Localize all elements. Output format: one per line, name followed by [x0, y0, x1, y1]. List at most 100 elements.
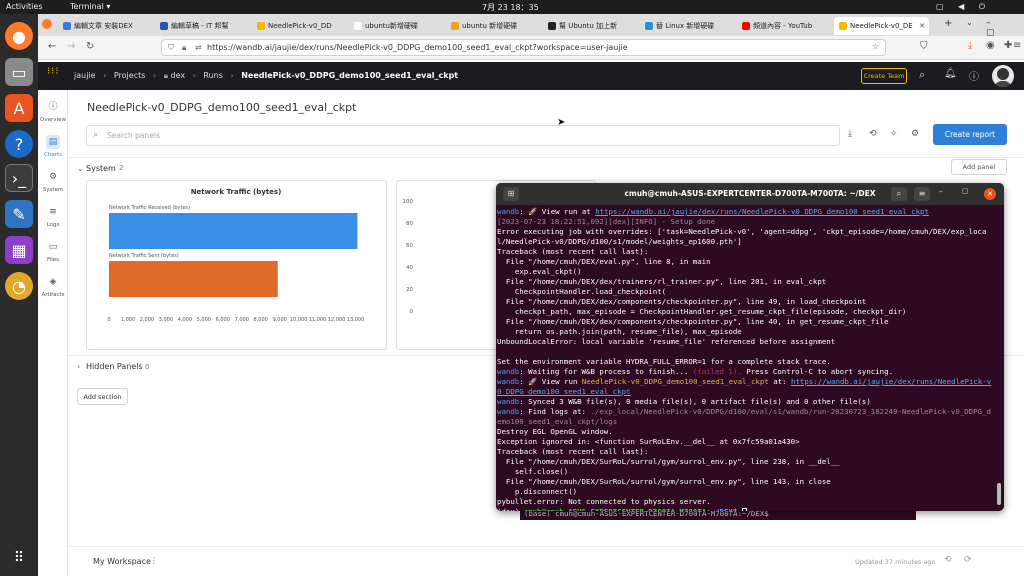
minimize-icon[interactable]: – [939, 187, 943, 196]
more-options-icon[interactable]: ⋮ [150, 556, 158, 565]
search-icon[interactable]: ⌕ [919, 68, 925, 82]
browser-tab[interactable]: 幫 Ubuntu 加上新 [543, 17, 638, 35]
terminal-line: File "/home/cmuh/DEX/dex/components/chec… [497, 297, 867, 306]
terminal-line: [2023-07-23 18:22:51,092][dex][INFO] - S… [497, 217, 716, 226]
video-icon[interactable]: ▦ [5, 236, 33, 264]
tab-favicon-icon [451, 22, 459, 30]
close-icon[interactable]: ✕ [984, 188, 996, 200]
browser-tab[interactable]: ubuntu 新增硬碟 [446, 17, 541, 35]
bar-label: Network Traffic Received (bytes) [109, 205, 190, 211]
browser-tab[interactable]: NeedlePick-v0_DE ✕ [834, 17, 929, 35]
tab-favicon-icon [160, 22, 168, 30]
chevron-right-icon[interactable]: › [77, 362, 80, 371]
hamburger-menu-icon[interactable]: ≡ [914, 187, 930, 201]
hidden-panels-title[interactable]: Hidden Panels [86, 362, 143, 371]
breadcrumb-user[interactable]: jaujie [74, 71, 96, 80]
breadcrumb-runs[interactable]: Runs [203, 71, 223, 80]
sidebar-item-overview[interactable]: ⓘ Overview [38, 100, 68, 123]
x-tick-label: 7,000 [235, 317, 249, 323]
sidebar-item-artifacts[interactable]: ◈ Artifacts [38, 275, 68, 298]
url-bar[interactable]: ⛉ 🔒︎ ⇌ https://wandb.ai/jaujie/dex/runs/… [161, 39, 886, 56]
avatar[interactable] [992, 65, 1014, 87]
terminal-line: File "/home/cmuh/DEX/SurRoL/surrol/gym/s… [497, 457, 840, 466]
software-icon[interactable]: A [5, 94, 33, 122]
x-tick-label: 1,000 [121, 317, 135, 323]
extensions-icon[interactable]: ✚ [1004, 40, 1012, 51]
browser-tab[interactable]: ubuntu新增硬碟 [349, 17, 444, 35]
chart-panel-network-traffic[interactable]: Network Traffic (bytes) Network Traffic R… [86, 180, 387, 350]
maximize-icon[interactable]: ▢ [962, 187, 969, 195]
add-section-button[interactable]: Add section [77, 388, 128, 405]
x-tick-label: 5,000 [197, 317, 211, 323]
terminal-icon[interactable]: ›_ [5, 164, 33, 192]
browser-tab[interactable]: 頻道內容 - YouTub [737, 17, 832, 35]
settings-gear-icon[interactable]: ⚙ [911, 129, 919, 139]
files-icon[interactable]: ▭ [5, 58, 33, 86]
clock[interactable]: 7月 23 18：35 [482, 2, 539, 13]
breadcrumb-projects[interactable]: Projects [114, 71, 146, 80]
disk-icon[interactable]: ◔ [5, 272, 33, 300]
text-editor-icon[interactable]: ✎ [5, 200, 33, 228]
tab-favicon-icon [354, 22, 362, 30]
sidebar-item-files[interactable]: ▭ Files [38, 240, 68, 263]
bar [109, 213, 358, 249]
add-panel-button[interactable]: Add panel [951, 159, 1007, 175]
create-report-button[interactable]: Create report [933, 124, 1007, 145]
create-team-button[interactable]: Create Team [861, 68, 907, 84]
section-system-title[interactable]: System [86, 164, 116, 173]
help-icon[interactable]: ⓘ [969, 68, 979, 83]
close-tab-icon[interactable]: ✕ [919, 22, 925, 30]
list-tabs-icon[interactable]: ⌄ [966, 18, 973, 27]
breadcrumb-project[interactable]: dex [171, 71, 186, 80]
browser-tab[interactable]: NeedlePick-v0_DD [252, 17, 347, 35]
terminal-line: wandb: Synced 3 W&B file(s), 0 media fil… [497, 397, 871, 406]
search-panels-input[interactable]: ⌕ Search panels [86, 125, 840, 146]
reload-icon[interactable]: ↻ [86, 41, 94, 52]
tab-label: ubuntu 新增硬碟 [462, 22, 518, 30]
sidebar-item-charts[interactable]: ▤ Charts [38, 135, 68, 158]
browser-tab[interactable]: 編輯文章 安裝DEX [58, 17, 153, 35]
account-icon[interactable]: ◉ [986, 40, 995, 51]
breadcrumb-run[interactable]: NeedlePick-v0_DDPG_demo100_seed1_eval_ck… [241, 71, 458, 80]
terminal-titlebar[interactable]: ⊞ cmuh@cmuh-ASUS-EXPERTCENTER-D700TA-M70… [496, 183, 1004, 205]
bookmark-star-icon[interactable]: ☆ [872, 42, 879, 51]
notifications-bell-icon[interactable]: 🔔︎ [944, 68, 957, 79]
firefox-icon[interactable]: ● [5, 22, 33, 50]
sidebar-item-logs[interactable]: ≡ Logs [38, 205, 68, 228]
wand-icon[interactable]: ✧ [890, 129, 898, 139]
downloads-icon[interactable]: ⤓ [968, 40, 972, 51]
undo-icon[interactable]: ⟲ [869, 129, 877, 139]
terminal-window[interactable]: ⊞ cmuh@cmuh-ASUS-EXPERTCENTER-D700TA-M70… [496, 183, 1004, 511]
mouse-cursor-icon: ➤ [557, 117, 566, 128]
browser-tab[interactable]: 替 Linux 新增硬碟 [640, 17, 735, 35]
pocket-icon[interactable]: ⛉ [920, 41, 928, 52]
sidebar-item-system[interactable]: ⚙ System [38, 170, 68, 193]
redo-icon[interactable]: ⟳ [964, 555, 972, 565]
menu-icon[interactable]: ≡ [1013, 40, 1021, 51]
back-icon[interactable]: ← [48, 41, 56, 52]
terminal-output[interactable]: wandb: 🚀 View run at https://wandb.ai/ja… [496, 207, 1004, 511]
terminal-line: Error executing job with overrides: ['ta… [497, 227, 987, 246]
app-menu[interactable]: Terminal ▾ [70, 2, 110, 11]
system-tray-icon[interactable]: ▢ ◀ ⏻ [936, 2, 991, 12]
undo-icon[interactable]: ⟲ [944, 555, 952, 565]
workspace-name[interactable]: My Workspace [93, 557, 151, 566]
terminal-line: checkpt_path, max_episode = CheckpointHa… [497, 307, 907, 316]
firefox-view-icon[interactable] [42, 19, 52, 29]
browser-tab[interactable]: 編輯草稿 - IT 邦幫 [155, 17, 250, 35]
terminal-line: File "/home/cmuh/DEX/SurRoL/surrol/gym/s… [497, 477, 831, 486]
wandb-logo-icon[interactable]: ⁝⁝⁝ [47, 67, 60, 77]
activities-button[interactable]: Activities [6, 2, 43, 11]
search-icon[interactable]: ⌕ [891, 187, 907, 201]
terminal-line: (dex) cmuh@cmuh-ASUS-EXPERTCENTER-D700TA… [497, 507, 992, 511]
forward-icon[interactable]: → [67, 41, 75, 52]
terminal-scrollbar[interactable] [997, 483, 1001, 505]
chevron-down-icon[interactable]: ⌄ [77, 164, 84, 173]
x-tick-label: 2,000 [140, 317, 154, 323]
app-grid-icon[interactable]: ⠿ [5, 544, 33, 572]
download-icon[interactable]: ⤓ [848, 129, 852, 139]
help-icon[interactable]: ? [5, 130, 33, 158]
new-tab-icon[interactable]: + [944, 18, 952, 29]
terminal-line: File "/home/cmuh/DEX/eval.py", line 8, i… [497, 257, 711, 266]
x-tick-label: 4,000 [178, 317, 192, 323]
